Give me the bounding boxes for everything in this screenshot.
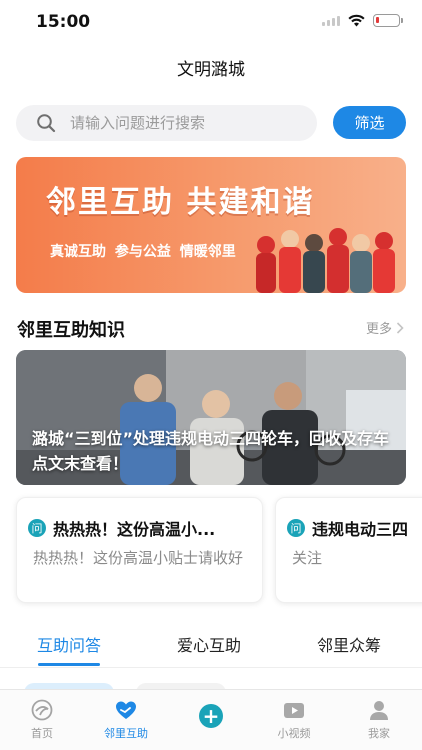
qa-title: 热热热！这份高温小... — [53, 520, 216, 539]
filter-button[interactable]: 筛选 — [333, 106, 406, 139]
knowledge-featured-card[interactable]: 潞城“三到位”处理违规电动三四轮车，回收及存车点文末查看！ — [16, 350, 406, 485]
section-title-knowledge: 邻里互助知识 — [17, 320, 125, 341]
tabbar-label: 我家 — [368, 727, 390, 740]
wifi-icon — [348, 14, 365, 27]
tabbar-home[interactable]: 首页 — [7, 690, 77, 750]
tab-crowdfunding[interactable]: 邻里众筹 — [317, 632, 381, 656]
qa-title: 违规电动三四 — [312, 520, 409, 539]
content-tabs: 互助问答 爱心互助 邻里众筹 — [0, 628, 422, 668]
search-input[interactable] — [70, 114, 290, 132]
chevron-right-icon — [396, 321, 404, 334]
banner-title: 邻里互助 共建和谐 — [46, 185, 315, 220]
video-icon — [284, 703, 304, 718]
bottom-tab-bar: 首页 邻里互助 + 小视频 我家 — [0, 689, 422, 750]
tabbar-neighbor-help[interactable]: 邻里互助 — [91, 690, 161, 750]
active-tab-indicator — [38, 663, 100, 666]
qa-card[interactable]: 问 热热热！这份高温小... 热热热！这份高温小贴士请收好 — [16, 497, 263, 603]
status-bar: 15:00 — [0, 0, 422, 44]
tabbar-video[interactable]: 小视频 — [259, 690, 329, 750]
tabbar-my-home[interactable]: 我家 — [344, 690, 414, 750]
featured-caption: 潞城“三到位”处理违规电动三四轮车，回收及存车点文末查看！ — [32, 429, 390, 473]
status-time: 15:00 — [36, 12, 91, 32]
battery-icon — [373, 14, 403, 27]
banner-subtitle: 真诚互助 参与公益 情暖邻里 — [50, 244, 236, 260]
search-icon — [37, 114, 56, 133]
promo-banner[interactable]: 邻里互助 共建和谐 真诚互助 参与公益 情暖邻里 — [16, 157, 406, 293]
volunteers-illustration — [256, 228, 395, 293]
page-title: 文明潞城 — [177, 60, 245, 80]
tab-love-help[interactable]: 爱心互助 — [177, 632, 241, 656]
status-icons — [322, 14, 403, 27]
heart-hand-icon — [116, 701, 136, 719]
qa-desc: 关注 — [292, 549, 323, 567]
question-badge-icon: 问 — [287, 519, 305, 537]
more-link[interactable]: 更多 — [366, 318, 404, 337]
home-icon — [31, 699, 53, 721]
more-label: 更多 — [365, 322, 392, 337]
user-icon — [370, 701, 388, 720]
question-badge-icon: 问 — [28, 519, 46, 537]
qa-card[interactable]: 问 违规电动三四 关注 — [275, 497, 422, 603]
search-bar[interactable] — [16, 105, 317, 141]
qa-desc: 热热热！这份高温小贴士请收好 — [33, 549, 244, 567]
divider — [0, 667, 422, 668]
tab-qa[interactable]: 互助问答 — [37, 632, 101, 656]
tabbar-label: 首页 — [31, 727, 53, 740]
qa-card-list: 问 热热热！这份高温小... 热热热！这份高温小贴士请收好 问 违规电动三四 关… — [16, 497, 422, 603]
tabbar-label: 邻里互助 — [104, 727, 148, 740]
tabbar-label: 小视频 — [277, 727, 311, 740]
plus-icon[interactable]: + — [199, 704, 223, 728]
signal-icon — [322, 15, 340, 26]
